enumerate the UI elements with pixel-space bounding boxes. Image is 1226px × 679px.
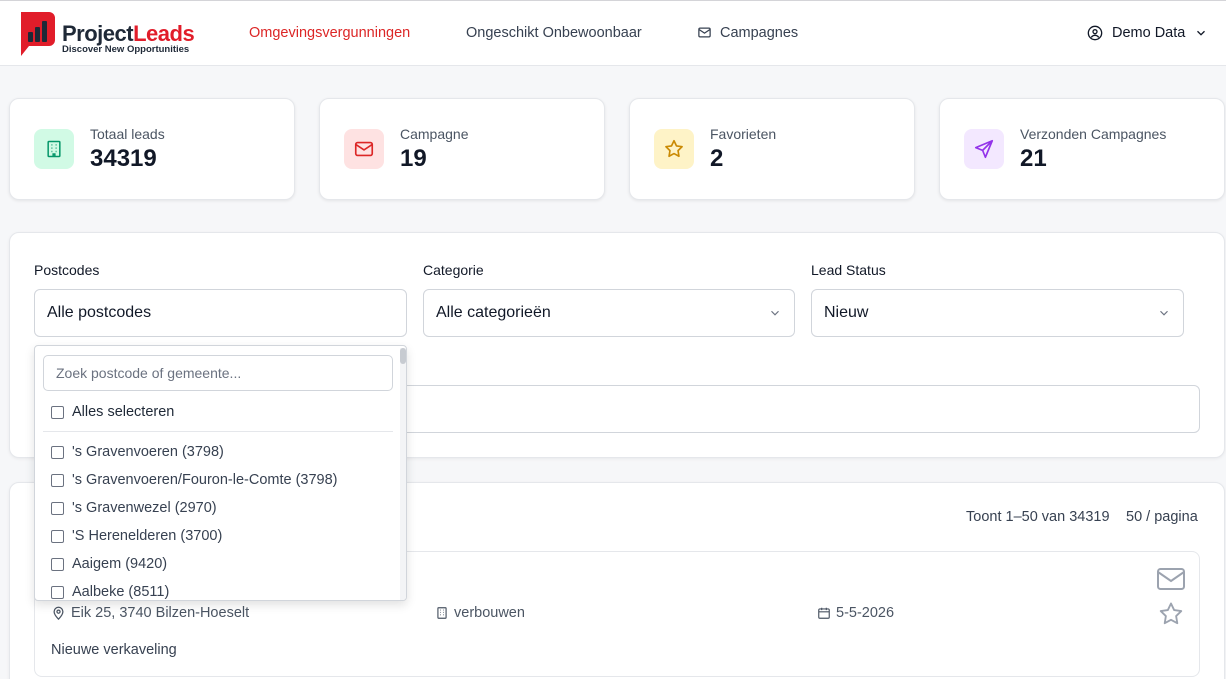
nav-link-ongeschikt-onbewoonbaar[interactable]: Ongeschikt Onbewoonbaar xyxy=(466,25,642,41)
postcode-option-label: 's Gravenvoeren (3798) xyxy=(72,444,224,460)
postcode-option[interactable]: 's Gravenvoeren (3798) xyxy=(51,438,338,466)
categorie-label: Categorie xyxy=(423,262,484,278)
nav-link-omgevingsvergunningen[interactable]: Omgevingsvergunningen xyxy=(249,25,410,41)
stat-value: 21 xyxy=(1020,145,1047,172)
user-menu[interactable]: Demo Data xyxy=(1087,25,1208,41)
postcode-option[interactable]: 's Gravenvoeren/Fouron-le-Comte (3798) xyxy=(51,466,338,494)
mail-icon xyxy=(1157,568,1185,590)
lead-status-select-value: Nieuw xyxy=(824,304,869,321)
stat-label: Verzonden Campagnes xyxy=(1020,126,1167,142)
checkbox[interactable] xyxy=(51,501,64,515)
brand-tagline: Discover New Opportunities xyxy=(62,44,190,55)
lead-address-text: Eik 25, 3740 Bilzen-Hoeselt xyxy=(71,605,250,621)
lead-description: Nieuwe verkaveling xyxy=(51,642,177,658)
dropdown-scrollbar[interactable] xyxy=(400,348,406,600)
categorie-select[interactable]: Alle categorieën xyxy=(423,289,795,337)
postcode-option[interactable]: Aaigem (9420) xyxy=(51,550,338,578)
postcode-option[interactable]: Aalbeke (8511) xyxy=(51,578,338,600)
lead-status-label: Lead Status xyxy=(811,262,886,278)
postcode-option-label: 's Gravenwezel (2970) xyxy=(72,500,217,516)
stat-card-verzonden-campagnes: Verzonden Campagnes 21 xyxy=(939,98,1225,200)
postcode-option-label: Aalbeke (8511) xyxy=(72,584,170,600)
mail-icon xyxy=(344,129,384,169)
lead-category-text: verbouwen xyxy=(454,605,525,621)
send-mail-button[interactable] xyxy=(1156,566,1186,597)
building-icon xyxy=(437,607,447,619)
nav-link-campagnes[interactable]: Campagnes xyxy=(697,25,798,41)
stat-card-campagne: Campagne 19 xyxy=(319,98,605,200)
stat-label: Favorieten xyxy=(710,126,777,142)
stat-label: Totaal leads xyxy=(90,126,165,142)
map-pin-icon xyxy=(53,606,64,620)
stat-card-favorieten: Favorieten 2 xyxy=(629,98,915,200)
send-icon xyxy=(964,129,1004,169)
divider xyxy=(43,431,393,432)
postcode-option[interactable]: 's Gravenwezel (2970) xyxy=(51,494,338,522)
per-page-select[interactable]: 50 / pagina xyxy=(1126,509,1198,525)
user-name: Demo Data xyxy=(1112,25,1186,41)
lead-status-select[interactable]: Nieuw xyxy=(811,289,1184,337)
mail-icon xyxy=(698,27,711,38)
star-icon xyxy=(654,129,694,169)
chevron-down-icon xyxy=(1197,30,1206,36)
stat-card-totaal-leads: Totaal leads 34319 xyxy=(9,98,295,200)
checkbox[interactable] xyxy=(51,529,64,543)
building-icon xyxy=(34,129,74,169)
lead-date-text: 5-5-2026 xyxy=(836,605,895,621)
postcodes-select-value: Alle postcodes xyxy=(47,304,152,321)
star-icon xyxy=(1159,602,1183,625)
postcode-dropdown: Alles selecteren 's Gravenvoeren (3798) … xyxy=(34,345,407,601)
checkbox[interactable] xyxy=(51,557,64,571)
postcodes-select[interactable]: Alle postcodes xyxy=(34,289,407,337)
nav-link-campagnes-label: Campagnes xyxy=(720,25,799,41)
postcode-search-input[interactable] xyxy=(43,355,393,391)
postcodes-label: Postcodes xyxy=(34,262,100,278)
postcode-option-label: 's Gravenvoeren/Fouron-le-Comte (3798) xyxy=(72,472,338,488)
postcode-option-label: 'S Herenelderen (3700) xyxy=(72,528,223,544)
select-all-checkbox[interactable]: Alles selecteren xyxy=(51,404,174,420)
top-navbar: ProjectLeads Discover New Opportunities … xyxy=(0,0,1226,66)
lead-category: verbouwen xyxy=(435,605,525,621)
checkbox[interactable] xyxy=(51,585,64,599)
stat-value: 2 xyxy=(710,145,724,172)
logo-mark-icon xyxy=(21,12,55,56)
lead-date: 5-5-2026 xyxy=(817,605,894,621)
postcode-list: 's Gravenvoeren (3798) 's Gravenvoeren/F… xyxy=(51,438,338,600)
lead-address: Eik 25, 3740 Bilzen-Hoeselt xyxy=(51,605,249,621)
user-circle-icon xyxy=(1087,25,1103,41)
checkbox[interactable] xyxy=(51,473,64,487)
stat-value: 34319 xyxy=(90,145,157,172)
stat-value: 19 xyxy=(400,145,427,172)
select-all-label: Alles selecteren xyxy=(72,404,175,420)
results-count: Toont 1–50 van 34319 xyxy=(966,509,1110,525)
scrollbar-thumb[interactable] xyxy=(400,348,406,364)
chevron-down-icon xyxy=(771,310,779,316)
checkbox[interactable] xyxy=(51,445,64,459)
calendar-icon xyxy=(818,607,830,619)
brand-logo[interactable]: ProjectLeads Discover New Opportunities xyxy=(15,10,215,60)
categorie-select-value: Alle categorieën xyxy=(436,304,551,321)
favorite-button[interactable] xyxy=(1157,600,1185,633)
postcode-option-label: Aaigem (9420) xyxy=(72,556,168,572)
postcode-option[interactable]: 'S Herenelderen (3700) xyxy=(51,522,338,550)
chevron-down-icon xyxy=(1160,310,1168,316)
stat-label: Campagne xyxy=(400,126,469,142)
checkbox[interactable] xyxy=(51,405,64,419)
